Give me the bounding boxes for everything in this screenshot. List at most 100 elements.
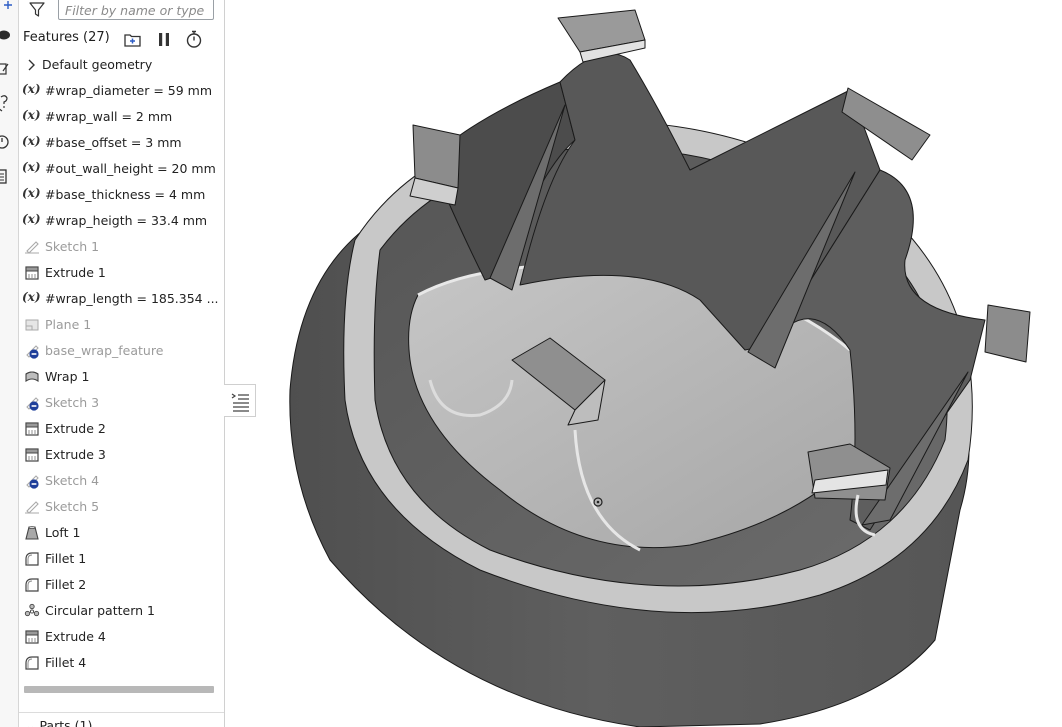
feature-label: #wrap_diameter = 59 mm bbox=[45, 83, 212, 98]
feature-label: Extrude 2 bbox=[45, 421, 106, 436]
feature-item-sketch[interactable]: base_wrap_feature bbox=[19, 338, 224, 364]
variable-icon: (x) bbox=[22, 186, 41, 200]
feature-label: Plane 1 bbox=[45, 317, 92, 332]
appearance-icon[interactable] bbox=[0, 24, 18, 46]
feature-label: Fillet 1 bbox=[45, 551, 87, 566]
feature-item-loft[interactable]: Loft 1 bbox=[19, 520, 224, 546]
feature-item-extrude[interactable]: Extrude 1 bbox=[19, 260, 224, 286]
feature-item-variable[interactable]: (x) #base_offset = 3 mm bbox=[19, 130, 224, 156]
variable-icon: (x) bbox=[22, 290, 41, 304]
fillet-icon bbox=[25, 656, 39, 670]
rollback-timer-button[interactable] bbox=[183, 28, 205, 50]
feature-label: Sketch 3 bbox=[45, 395, 100, 410]
parts-header[interactable]: ⌄ Parts (1) bbox=[25, 718, 92, 727]
variable-icon: (x) bbox=[22, 134, 41, 148]
feature-item-variable[interactable]: (x) #wrap_diameter = 59 mm bbox=[19, 78, 224, 104]
feature-label: Extrude 4 bbox=[45, 629, 106, 644]
feature-label: Fillet 4 bbox=[45, 655, 87, 670]
feature-item-extrude[interactable]: Extrude 2 bbox=[19, 416, 224, 442]
feature-item-extrude[interactable]: Extrude 3 bbox=[19, 442, 224, 468]
add-folder-icon bbox=[124, 34, 141, 47]
left-tool-rail bbox=[0, 0, 19, 727]
plus-icon[interactable] bbox=[0, 0, 18, 16]
feature-item-sketch[interactable]: Sketch 4 bbox=[19, 468, 224, 494]
feature-item-sketch[interactable]: Sketch 3 bbox=[19, 390, 224, 416]
origin-marker-dot bbox=[596, 500, 600, 504]
3d-model[interactable] bbox=[289, 9, 1031, 727]
pause-button[interactable] bbox=[153, 28, 175, 50]
variable-icon: (x) bbox=[22, 212, 41, 226]
feature-item-wrap[interactable]: Wrap 1 bbox=[19, 364, 224, 390]
variable-icon: (x) bbox=[22, 108, 41, 122]
extrude-icon bbox=[25, 630, 39, 644]
feature-label: #base_thickness = 4 mm bbox=[45, 187, 206, 202]
feature-item-plane[interactable]: Plane 1 bbox=[19, 312, 224, 338]
sketch-error-icon bbox=[26, 345, 39, 359]
wrap-icon bbox=[25, 371, 39, 383]
plane-icon bbox=[25, 319, 39, 331]
divider bbox=[19, 712, 224, 713]
add-folder-button[interactable] bbox=[121, 28, 143, 50]
sketch-error-icon bbox=[26, 397, 39, 411]
feature-label: #base_offset = 3 mm bbox=[45, 135, 182, 150]
fillet-icon bbox=[25, 578, 39, 592]
feature-item-sketch[interactable]: Sketch 5 bbox=[19, 494, 224, 520]
feature-label: #wrap_heigth = 33.4 mm bbox=[45, 213, 208, 228]
extrude-icon bbox=[25, 422, 39, 436]
extrude-icon bbox=[25, 448, 39, 462]
sketch-icon bbox=[25, 241, 39, 254]
feature-item-variable[interactable]: (x) #base_thickness = 4 mm bbox=[19, 182, 224, 208]
circular-pattern-icon bbox=[24, 603, 40, 617]
feature-label: base_wrap_feature bbox=[45, 343, 164, 358]
sketch-icon bbox=[25, 501, 39, 514]
filter-icon[interactable] bbox=[28, 1, 46, 19]
feature-item-default-geometry[interactable]: Default geometry bbox=[19, 52, 224, 78]
feature-label: #wrap_wall = 2 mm bbox=[45, 109, 173, 124]
feature-label: Sketch 5 bbox=[45, 499, 100, 514]
edit-sketch-icon[interactable] bbox=[0, 58, 18, 80]
extrude-icon bbox=[25, 266, 39, 280]
feature-item-sketch[interactable]: Sketch 1 bbox=[19, 234, 224, 260]
3d-viewport[interactable] bbox=[225, 0, 1062, 727]
fillet-icon bbox=[25, 552, 39, 566]
feature-label: Extrude 1 bbox=[45, 265, 106, 280]
feature-label: #out_wall_height = 20 mm bbox=[45, 161, 216, 176]
feature-label: Sketch 1 bbox=[45, 239, 100, 254]
loft-icon bbox=[25, 526, 39, 540]
feature-item-fillet[interactable]: Fillet 2 bbox=[19, 572, 224, 598]
pause-icon bbox=[159, 33, 169, 46]
feature-label: Wrap 1 bbox=[45, 369, 90, 384]
feature-label: Extrude 3 bbox=[45, 447, 106, 462]
feature-label: Fillet 2 bbox=[45, 577, 87, 592]
list-document-icon[interactable] bbox=[0, 166, 18, 188]
variable-icon: (x) bbox=[22, 82, 41, 96]
variable-icon: (x) bbox=[22, 160, 41, 174]
feature-item-variable[interactable]: (x) #wrap_heigth = 33.4 mm bbox=[19, 208, 224, 234]
feature-list-panel: Features (27) Default geometry bbox=[19, 0, 225, 727]
features-header: Features (27) bbox=[19, 26, 224, 50]
feature-label: Sketch 4 bbox=[45, 473, 100, 488]
feature-item-fillet[interactable]: Fillet 4 bbox=[19, 650, 224, 676]
feature-item-variable[interactable]: (x) #out_wall_height = 20 mm bbox=[19, 156, 224, 182]
feature-item-circular-pattern[interactable]: Circular pattern 1 bbox=[19, 598, 224, 624]
sketch-error-icon bbox=[26, 475, 39, 489]
feature-label: #wrap_length = 185.354 ... bbox=[45, 291, 219, 306]
feature-item-variable[interactable]: (x) #wrap_wall = 2 mm bbox=[19, 104, 224, 130]
parts-label: Parts (1) bbox=[39, 718, 93, 727]
filter-input[interactable] bbox=[58, 0, 214, 20]
stopwatch-icon[interactable] bbox=[0, 130, 18, 152]
feature-item-fillet[interactable]: Fillet 1 bbox=[19, 546, 224, 572]
horizontal-scrollbar[interactable] bbox=[24, 686, 214, 693]
feature-label: Default geometry bbox=[42, 57, 153, 72]
stopwatch-icon bbox=[186, 30, 202, 48]
feature-item-extrude[interactable]: Extrude 4 bbox=[19, 624, 224, 650]
feature-item-variable[interactable]: (x) #wrap_length = 185.354 ... bbox=[19, 286, 224, 312]
filter-bar bbox=[19, 0, 224, 24]
feature-label: Circular pattern 1 bbox=[45, 603, 155, 618]
feature-list: Default geometry (x) #wrap_diameter = 59… bbox=[19, 52, 224, 676]
feature-label: Loft 1 bbox=[45, 525, 81, 540]
chevron-down-icon: ⌄ bbox=[25, 718, 40, 727]
features-title: Features (27) bbox=[23, 30, 110, 45]
help-feature-icon[interactable] bbox=[0, 92, 18, 114]
chevron-right-icon[interactable] bbox=[24, 57, 40, 73]
